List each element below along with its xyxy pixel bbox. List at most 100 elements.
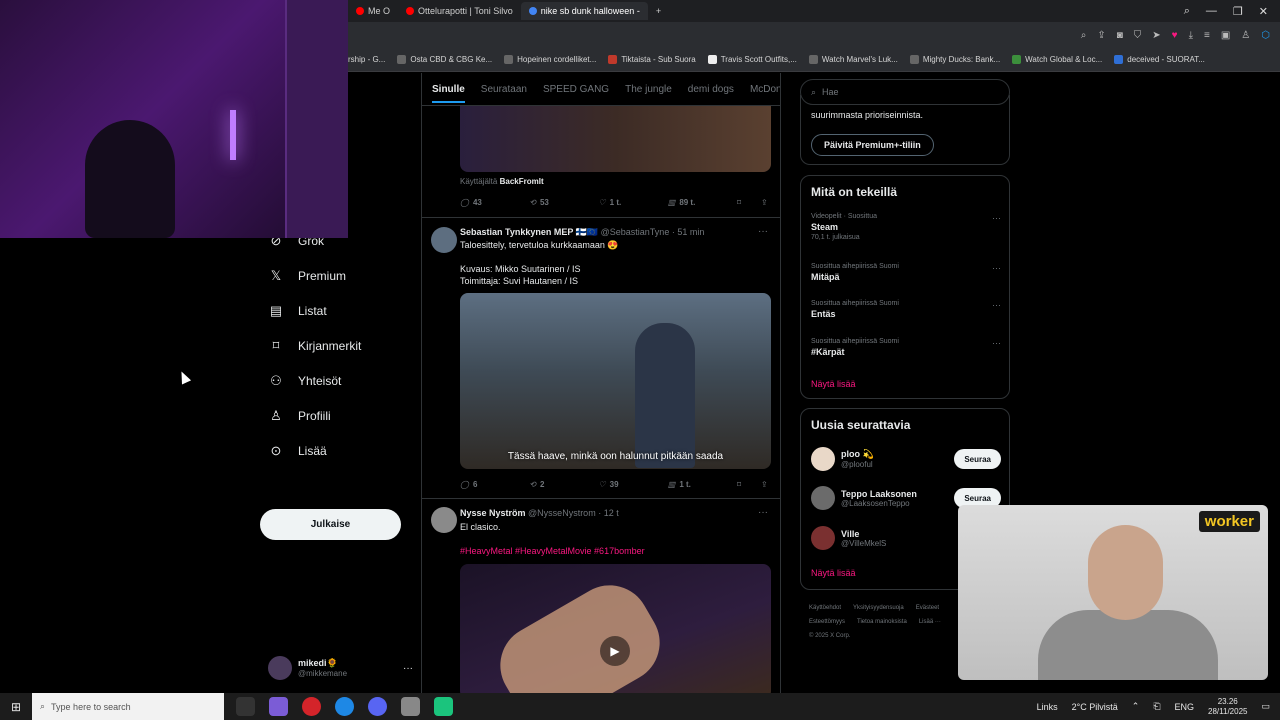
app-icon[interactable] <box>434 697 453 716</box>
post-hashtags[interactable]: #HeavyMetal #HeavyMetalMovie #617bomber <box>460 545 645 557</box>
camera-icon[interactable]: ◙ <box>1117 30 1123 41</box>
nav-item-bookmarks[interactable]: ⌑ Kirjanmerkit <box>258 328 418 363</box>
clock[interactable]: 23.26 28/11/2025 <box>1208 697 1247 717</box>
tab-following[interactable]: Seurataan <box>481 84 527 95</box>
nav-item-lists[interactable]: ▤ Listat <box>258 293 418 328</box>
author-name[interactable]: Sebastian Tynkkynen MEP 🇫🇮🇪🇺 <box>460 227 598 237</box>
trend-more-icon[interactable]: ··· <box>992 213 1001 223</box>
edge-icon[interactable] <box>335 697 354 716</box>
nav-item-profile[interactable]: ♙ Profiili <box>258 398 418 433</box>
taskbar-search-input[interactable]: ⌕ Type here to search <box>32 693 224 720</box>
tab-list[interactable]: SPEED GANG <box>543 84 609 95</box>
like-button[interactable]: ♡ 1 t. <box>599 198 668 207</box>
play-icon[interactable]: ▶ <box>600 636 630 666</box>
post-time[interactable]: · 51 min <box>672 227 705 237</box>
trend-item[interactable]: Suosittua aihepiirissä Suomi Entäs ··· <box>811 300 1001 319</box>
bookmark[interactable]: Hopeinen cordelliket... <box>504 55 596 64</box>
footer-link[interactable]: Tietoa mainoksista <box>857 619 907 625</box>
browser-tab-active[interactable]: nike sb dunk halloween - <box>520 2 648 20</box>
show-more-link[interactable]: Näytä lisää <box>811 379 856 389</box>
footer-link[interactable]: Lisää ··· <box>919 619 941 625</box>
show-more-link[interactable]: Näytä lisää <box>811 568 856 578</box>
share-icon[interactable]: ⇪ <box>1097 30 1105 41</box>
footer-link[interactable]: Yksityisyydensuoja <box>853 605 904 611</box>
trend-more-icon[interactable]: ··· <box>992 300 1001 310</box>
language-indicator[interactable]: ENG <box>1175 702 1195 712</box>
restore-icon[interactable]: ❐ <box>1233 5 1243 18</box>
bookmark[interactable]: deceived - SUORAT... <box>1114 55 1205 64</box>
share-button[interactable]: ⇪ <box>761 198 771 207</box>
windows-start-icon[interactable]: ⊞ <box>0 700 32 714</box>
wallet-icon[interactable]: ▣ <box>1221 30 1230 41</box>
post-video[interactable] <box>460 106 771 172</box>
minimize-icon[interactable]: — <box>1206 5 1217 18</box>
browser-tab[interactable]: Ottelurapotti | Toni Silvo <box>398 2 521 20</box>
avatar[interactable] <box>431 227 457 253</box>
links-toolbar[interactable]: Links <box>1037 702 1058 712</box>
trend-item[interactable]: Videopelit · Suosittua Steam 70,1 t. jul… <box>811 213 1001 241</box>
weather-widget[interactable]: 2°C Pilvistä <box>1072 702 1118 712</box>
tab-for-you[interactable]: Sinulle <box>432 76 465 103</box>
network-icon[interactable]: ⎗ <box>1153 701 1160 712</box>
author-handle[interactable]: @SebastianTyne <box>601 227 670 237</box>
repost-button[interactable]: ⟲ 2 <box>529 480 598 489</box>
footer-link[interactable]: Esteettömyys <box>809 619 845 625</box>
bookmark[interactable]: Mighty Ducks: Bank... <box>909 55 1000 64</box>
nav-item-communities[interactable]: ⚇ Yhteisöt <box>258 363 418 398</box>
account-more-icon[interactable]: ··· <box>403 663 413 674</box>
views-button[interactable]: ▥ 1 t. <box>668 480 737 489</box>
post-time[interactable]: · 12 t <box>598 508 619 518</box>
tab-list[interactable]: McDonal <box>750 84 780 95</box>
post-video[interactable]: ▶ <box>460 564 771 693</box>
trend-more-icon[interactable]: ··· <box>992 338 1001 348</box>
post-more-icon[interactable]: ··· <box>758 507 768 518</box>
trend-item[interactable]: Suosittua aihepiirissä Suomi #Kärpät ··· <box>811 338 1001 357</box>
task-view-icon[interactable] <box>236 697 255 716</box>
discord-icon[interactable] <box>368 697 387 716</box>
follow-button[interactable]: Seuraa <box>954 449 1001 469</box>
bookmark[interactable]: Watch Marvel's Luk... <box>808 55 898 64</box>
post[interactable]: Sebastian Tynkkynen MEP 🇫🇮🇪🇺 @SebastianT… <box>422 218 780 499</box>
post-button[interactable]: Julkaise <box>260 509 401 540</box>
reply-button[interactable]: ◯ 43 <box>460 198 529 207</box>
account-switcher[interactable]: mikedi🌻 @mikkemane ··· <box>268 653 413 683</box>
like-button[interactable]: ♡ 39 <box>599 480 668 489</box>
nav-item-more[interactable]: ⊙ Lisää <box>258 433 418 468</box>
bookmark-button[interactable]: ⌑ <box>737 198 761 207</box>
download-icon[interactable]: ⤓ <box>1189 30 1193 41</box>
footer-link[interactable]: Käyttöehdot <box>809 605 841 611</box>
post-more-icon[interactable]: ··· <box>758 226 768 237</box>
opera-icon[interactable] <box>302 697 321 716</box>
bookmark[interactable]: Travis Scott Outfits,... <box>707 55 797 64</box>
post[interactable]: Nysse Nyström @NysseNystrom · 12 t ··· E… <box>422 499 780 693</box>
trend-more-icon[interactable]: ··· <box>992 263 1001 273</box>
reply-button[interactable]: ◯ 6 <box>460 480 529 489</box>
author-handle[interactable]: @NysseNystrom <box>528 508 596 518</box>
bookmark[interactable]: rship - G... <box>348 55 385 64</box>
profile-icon[interactable]: ♙ <box>1241 30 1250 41</box>
tab-list[interactable]: demi dogs <box>688 84 734 95</box>
notifications-icon[interactable]: ▭ <box>1261 701 1270 712</box>
new-tab-button[interactable]: + <box>648 2 669 20</box>
bookmark[interactable]: Watch Global & Loc... <box>1012 55 1102 64</box>
post-video[interactable]: Tässä haave, minkä oon halunnut pitkään … <box>460 293 771 469</box>
repost-button[interactable]: ⟲ 53 <box>529 198 598 207</box>
nav-item-premium[interactable]: 𝕏 Premium <box>258 258 418 293</box>
shield-icon[interactable]: ⛉ <box>1134 30 1142 41</box>
app-icon[interactable] <box>269 697 288 716</box>
via-user[interactable]: BackFromIt <box>500 177 544 186</box>
author-name[interactable]: Nysse Nyström <box>460 508 526 518</box>
tab-list[interactable]: The jungle <box>625 84 672 95</box>
zoom-icon[interactable]: ⌕ <box>1081 30 1087 41</box>
chevron-up-icon[interactable]: ⌃ <box>1132 701 1140 712</box>
app-icon[interactable] <box>401 697 420 716</box>
bookmark[interactable]: Osta CBD & CBG Ke... <box>397 55 492 64</box>
bookmark[interactable]: Tiktaista - Sub Suora <box>608 55 696 64</box>
footer-link[interactable]: Evästeet <box>916 605 939 611</box>
post[interactable]: Käyttäjältä BackFromIt ◯ 43 ⟲ 53 ♡ 1 t. ▥ 89… <box>422 106 780 218</box>
bookmark-button[interactable]: ⌑ <box>737 480 761 489</box>
search-tabs-icon[interactable]: ⌕ <box>1184 5 1190 18</box>
follow-suggestion[interactable]: ploo 💫 @plooful Seuraa <box>811 444 1001 474</box>
menu-icon[interactable]: ≡ <box>1204 30 1210 41</box>
extension-icon[interactable]: ⬡ <box>1261 30 1270 41</box>
